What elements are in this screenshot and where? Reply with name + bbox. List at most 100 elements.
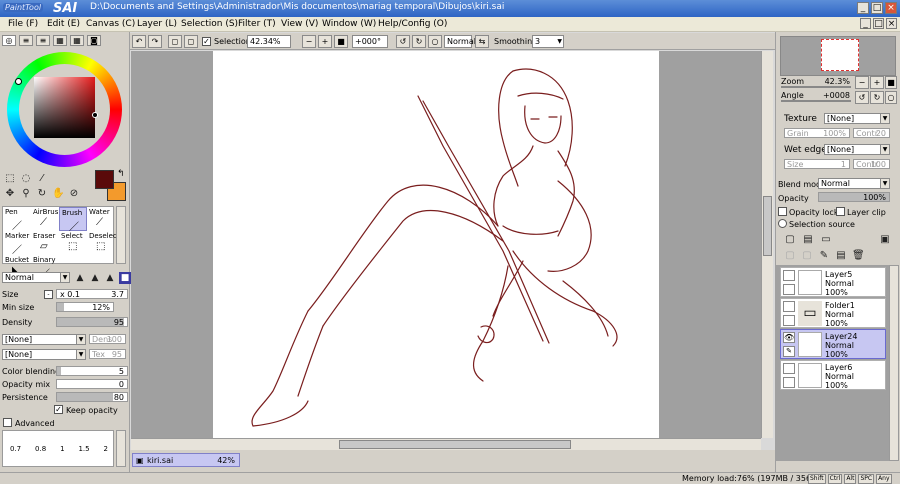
redo-button[interactable]: ↷ (148, 35, 162, 48)
doc-restore-button[interactable]: □ (873, 18, 884, 29)
presets-scrollbar[interactable] (116, 430, 126, 467)
menu-help[interactable]: Help/Config (O) (378, 19, 447, 29)
visibility-icon[interactable] (783, 363, 795, 374)
hand-icon[interactable]: ✋ (52, 188, 64, 200)
brush-select[interactable]: Select ⬚ (59, 231, 87, 255)
nav-zoom-slider[interactable] (781, 86, 851, 88)
maximize-button[interactable]: □ (871, 2, 883, 14)
persistence-slider[interactable]: 80 (56, 392, 128, 402)
minimize-button[interactable]: _ (857, 2, 869, 14)
visibility-icon[interactable] (783, 270, 795, 281)
hsv-slider-tab[interactable]: ≡ (36, 35, 50, 46)
menu-selection[interactable]: Selection (S) (181, 19, 238, 29)
advanced-checkbox[interactable] (3, 418, 12, 427)
zoom-icon[interactable]: ⚲ (20, 188, 32, 200)
new-layer-icon[interactable]: ▢ (784, 234, 796, 246)
layer-panel-options-icon[interactable]: ▣ (879, 234, 891, 246)
brush-airbrush[interactable]: AirBrush ⟋ (31, 207, 63, 231)
zoom-reset-button[interactable]: ■ (334, 35, 348, 48)
nav-rotate-reset-button[interactable]: ○ (885, 91, 897, 104)
new-linework-layer-icon[interactable]: ▤ (802, 234, 814, 246)
opacity-mix-slider[interactable]: 0 (56, 379, 128, 389)
zoom-out-button[interactable]: − (302, 35, 316, 48)
saturation-value-square[interactable] (34, 77, 95, 138)
menu-window[interactable]: Window (W) (322, 19, 376, 29)
close-button[interactable]: × (885, 2, 897, 14)
menu-layer[interactable]: Layer (L) (137, 19, 177, 29)
nav-rotate-right-button[interactable]: ↻ (870, 91, 884, 104)
visibility-icon[interactable]: 👁 (783, 332, 795, 343)
rotate-icon[interactable]: ↻ (36, 188, 48, 200)
magic-wand-icon[interactable]: ⁄ (36, 173, 48, 185)
rotation-field[interactable]: +000° (352, 35, 388, 48)
menu-canvas[interactable]: Canvas (C) (86, 19, 135, 29)
grain-slider[interactable]: Grain 100% (784, 128, 850, 138)
nav-zoom-out-button[interactable]: − (855, 76, 869, 89)
layer-item[interactable]: Layer5 Normal 100% (780, 267, 886, 297)
menu-edit[interactable]: Edit (E) (47, 19, 80, 29)
lock-icon[interactable] (783, 284, 795, 295)
density-slider[interactable]: 95 (56, 317, 128, 327)
sv-marker[interactable] (92, 112, 98, 118)
size-toggle[interactable]: - (44, 290, 53, 299)
menu-view[interactable]: View (V) (281, 19, 318, 29)
brush-shape-3-icon[interactable]: ▲ (104, 272, 116, 284)
opacity-lock-checkbox[interactable] (778, 207, 787, 216)
brush-shape-2-icon[interactable]: ▲ (89, 272, 101, 284)
brush-shape-4-icon[interactable]: ■ (119, 272, 131, 284)
canvas-horizontal-scrollbar[interactable] (131, 438, 761, 450)
layer-texture-select[interactable]: [None] ▼ (824, 113, 890, 124)
nav-zoom-in-button[interactable]: + (870, 76, 884, 89)
document-tab[interactable]: ▣ kiri.sai 42% (132, 453, 240, 467)
nav-rotate-left-button[interactable]: ↺ (855, 91, 869, 104)
move-icon[interactable]: ✥ (4, 188, 16, 200)
delete-layer-icon[interactable]: 🗑 (852, 250, 865, 262)
layer-item[interactable]: Layer6 Normal 100% (780, 360, 886, 390)
size-multiplier[interactable]: x 0.1 (60, 290, 80, 299)
brush-pen[interactable]: Pen ／ (3, 207, 31, 232)
transfer-down-icon[interactable]: ▢ (784, 250, 796, 262)
texture-strength-slider[interactable]: Tex 95 (89, 349, 126, 359)
lock-icon[interactable]: ✎ (783, 346, 795, 357)
merge-down-icon[interactable]: ▢ (801, 250, 813, 262)
rgb-slider-tab[interactable]: ≡ (19, 35, 33, 46)
brush-size-preset[interactable]: 1 (60, 445, 64, 453)
brush-size-presets[interactable]: 0.7 0.8 1 1.5 2 (2, 430, 114, 467)
layer-blend-select[interactable]: Normal ▼ (818, 178, 890, 189)
color-wheel[interactable] (7, 52, 122, 167)
rotate-reset-button[interactable]: ○ (428, 35, 442, 48)
scratchpad-tab[interactable]: ◙ (87, 35, 101, 46)
brush-marker[interactable]: Marker ／ (3, 231, 31, 256)
foreground-color[interactable] (95, 170, 114, 189)
layer-item[interactable]: 👁 ✎ Layer24 Normal 100% (780, 329, 886, 359)
wet-edge-contrast-slider[interactable]: Contr 100 (853, 159, 890, 169)
texture-density-slider[interactable]: Dens 100 (89, 334, 126, 344)
lock-icon[interactable] (783, 377, 795, 388)
wet-edge-size-slider[interactable]: Size 1 (784, 159, 850, 169)
lock-icon[interactable] (783, 315, 795, 326)
layer-item[interactable]: ▭ Folder1 Normal 100% (780, 298, 886, 328)
smoothing-select[interactable]: 3 ▼ (532, 35, 564, 48)
zoom-field[interactable]: 42.34% (247, 35, 291, 48)
brush-brush[interactable]: Brush ／ (59, 207, 87, 233)
brush-size-preset[interactable]: 0.8 (35, 445, 46, 453)
nav-angle-slider[interactable] (781, 100, 851, 102)
drawing-canvas[interactable] (213, 51, 659, 438)
wet-edge-select[interactable]: [None] ▼ (824, 144, 890, 155)
selection-source-radio[interactable] (778, 219, 787, 228)
brush-eraser[interactable]: Eraser ▱ (31, 231, 59, 255)
flip-button[interactable]: ⇆ (475, 35, 489, 48)
layer-clip-checkbox[interactable] (836, 207, 845, 216)
minsize-slider[interactable]: 12% (56, 302, 114, 312)
rotate-left-button[interactable]: ↺ (396, 35, 410, 48)
hue-marker[interactable] (15, 78, 22, 85)
brush-water[interactable]: Water ⟋ (87, 207, 115, 231)
apply-mask-icon[interactable]: ▤ (835, 250, 847, 262)
clear-layer-icon[interactable]: ✎ (818, 250, 830, 262)
doc-close-button[interactable]: × (886, 18, 897, 29)
zoom-in-button[interactable]: + (318, 35, 332, 48)
eyedropper-icon[interactable]: ⊘ (68, 188, 80, 200)
color-palette-tab[interactable]: ▦ (53, 35, 67, 46)
doc-minimize-button[interactable]: _ (860, 18, 871, 29)
blend-mode-field[interactable]: Normal (444, 35, 476, 48)
